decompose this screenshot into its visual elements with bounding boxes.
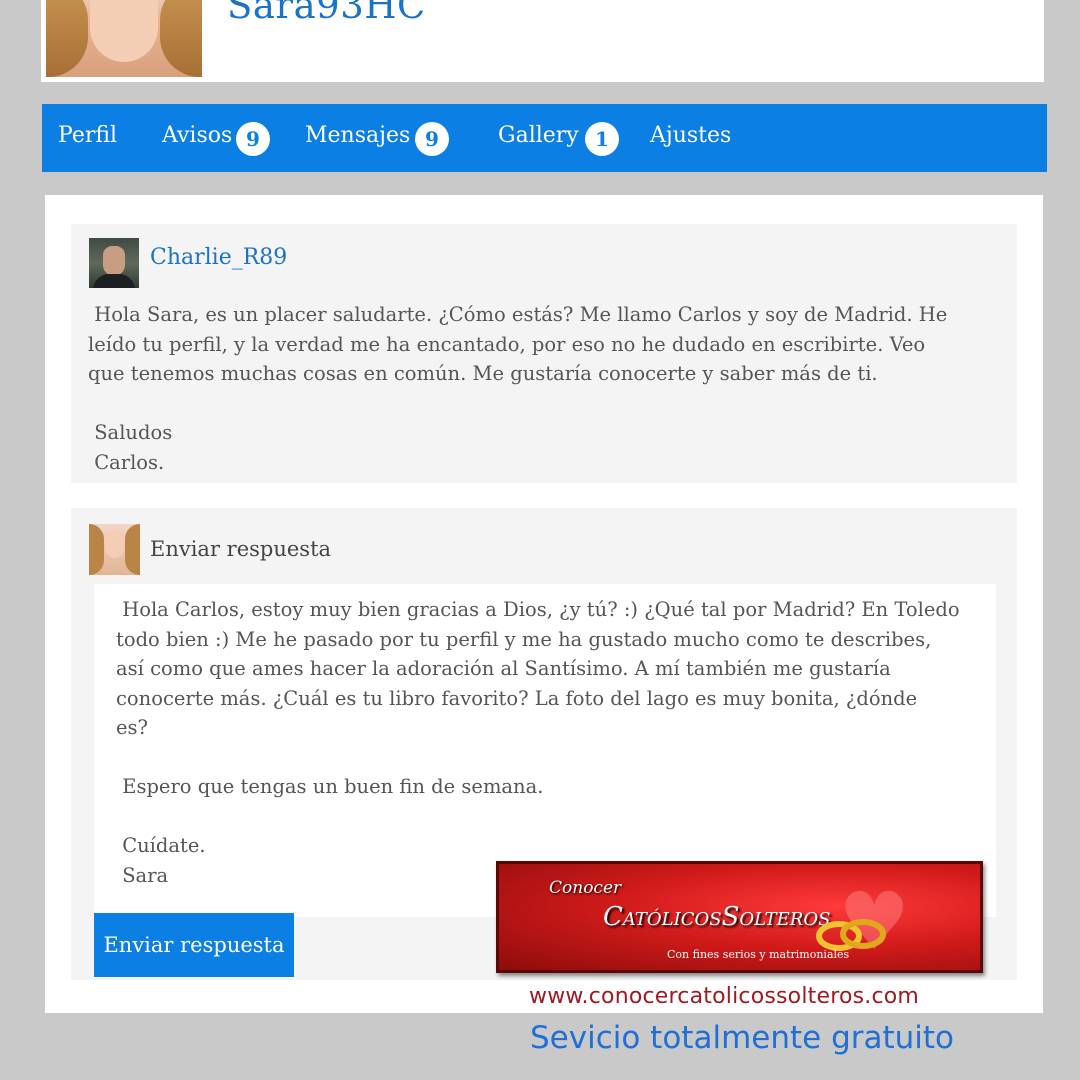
- nav-item-avisos[interactable]: Avisos: [162, 104, 232, 172]
- reply-title: Enviar respuesta: [150, 537, 332, 561]
- profile-username[interactable]: Sara93HC: [227, 0, 426, 29]
- nav-item-label: Mensajes: [305, 123, 411, 148]
- avatar-face: [105, 530, 124, 558]
- nav-item-gallery[interactable]: Gallery: [498, 104, 579, 172]
- avisos-badge: 9: [236, 122, 270, 156]
- message-body: Hola Sara, es un placer saludarte. ¿Cómo…: [88, 303, 948, 474]
- received-message: Charlie_R89 Hola Sara, es un placer salu…: [71, 224, 1017, 483]
- reply-text: Hola Carlos, estoy muy bien gracias a Di…: [116, 598, 960, 887]
- sender-name[interactable]: Charlie_R89: [150, 245, 287, 270]
- avatar-face: [90, 0, 158, 62]
- nav-item-label: Avisos: [162, 123, 233, 148]
- ad-logo-line2: CatólicosSolteros: [603, 902, 831, 932]
- avatar-hair: [46, 0, 88, 77]
- ad-tagline: Sevicio totalmente gratuito: [530, 1020, 955, 1056]
- avatar-hair: [160, 0, 202, 77]
- nav-item-mensajes[interactable]: Mensajes: [305, 104, 410, 172]
- profile-header: Sara93HC: [41, 0, 1044, 82]
- nav-item-label: Perfil: [58, 123, 118, 148]
- mensajes-badge: 9: [415, 122, 449, 156]
- ad-url[interactable]: www.conocercatolicossolteros.com: [529, 984, 919, 1009]
- avatar-hair: [89, 524, 104, 575]
- avatar-face: [103, 246, 125, 276]
- nav-item-label: Ajustes: [650, 123, 732, 148]
- avatar-shirt: [93, 274, 135, 288]
- nav-item-label: Gallery: [498, 123, 579, 148]
- ad-tagline-small: Con fines serios y matrimoniales: [667, 948, 850, 961]
- nav-item-ajustes[interactable]: Ajustes: [650, 104, 731, 172]
- gallery-badge: 1: [585, 122, 619, 156]
- ad-logo-line1: Conocer: [549, 878, 622, 898]
- main-nav: Perfil Avisos 9 Mensajes 9 Gallery 1 Aju…: [42, 104, 1047, 172]
- profile-avatar[interactable]: [46, 0, 202, 77]
- user-avatar: [89, 524, 140, 575]
- nav-item-perfil[interactable]: Perfil: [58, 104, 117, 172]
- sender-avatar[interactable]: [89, 238, 139, 288]
- send-reply-button[interactable]: Enviar respuesta: [94, 913, 294, 977]
- ad-banner[interactable]: ♥ Conocer CatólicosSolteros Con fines se…: [496, 861, 983, 973]
- avatar-hair: [125, 524, 140, 575]
